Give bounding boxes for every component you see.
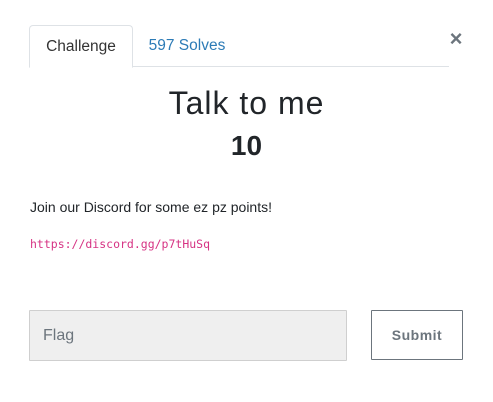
challenge-points: 10 <box>230 130 263 161</box>
close-icon[interactable]: × <box>447 26 465 52</box>
challenge-description: Join our Discord for some ez pz points! <box>30 199 272 215</box>
flag-input[interactable] <box>29 310 347 361</box>
discord-link[interactable]: https://discord.gg/p7tHuSq <box>30 236 210 252</box>
challenge-title: Talk to me <box>168 85 325 121</box>
tab-bar: Challenge 597 Solves <box>29 25 449 68</box>
tab-challenge[interactable]: Challenge <box>29 25 133 68</box>
tab-solves[interactable]: 597 Solves <box>137 25 237 67</box>
submit-button[interactable]: Submit <box>371 310 463 360</box>
